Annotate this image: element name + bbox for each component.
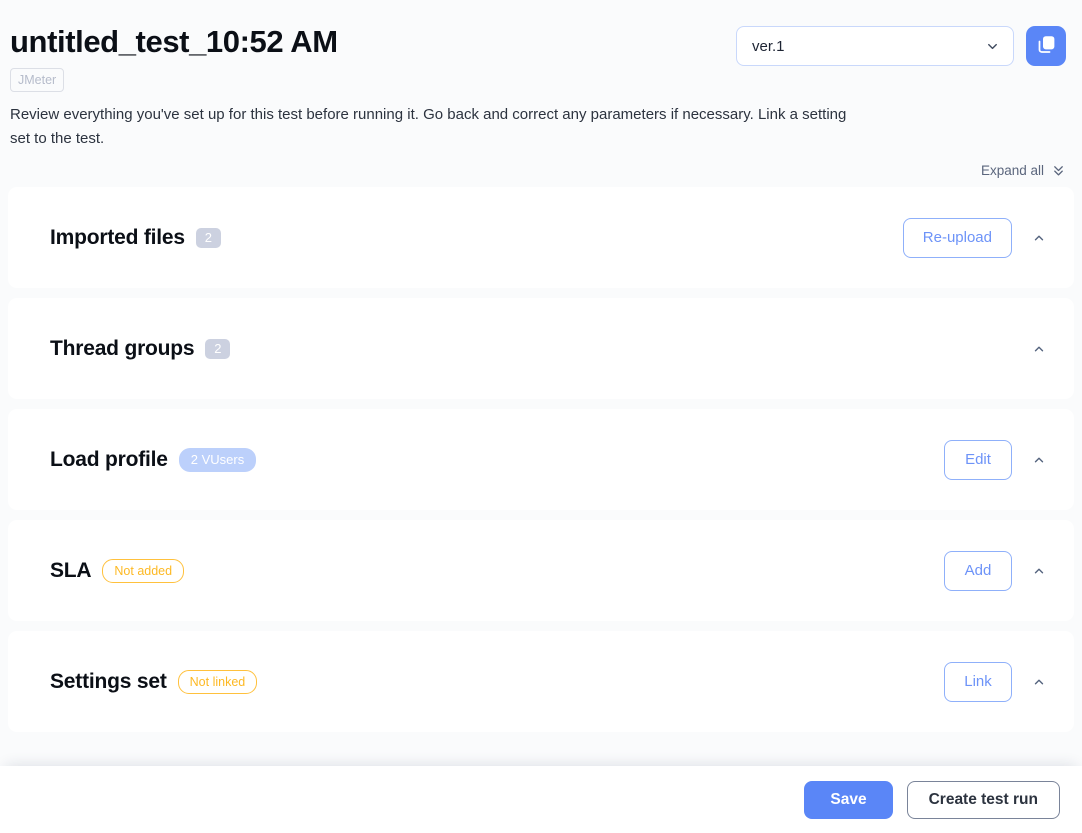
section-title: Settings set — [50, 669, 167, 693]
engine-tag: JMeter — [10, 68, 65, 92]
edit-button[interactable]: Edit — [944, 439, 1012, 480]
section-title: Imported files — [50, 225, 185, 249]
title-block: untitled_test_10:52 AM JMeter — [10, 20, 338, 92]
add-button[interactable]: Add — [944, 550, 1012, 591]
chevron-up-icon[interactable] — [1026, 669, 1052, 695]
link-button[interactable]: Link — [944, 661, 1012, 702]
chevron-down-icon — [985, 39, 1000, 54]
section-header-right: Add — [944, 550, 1052, 591]
duplicate-test-button[interactable] — [1026, 26, 1066, 66]
section-title: Thread groups — [50, 336, 195, 360]
header-top-row: untitled_test_10:52 AM JMeter ver.1 — [10, 20, 1074, 92]
section-header-left: Settings set Not linked — [50, 669, 258, 694]
status-badge: 2 — [205, 338, 231, 359]
copy-icon — [1036, 34, 1057, 58]
chevron-up-icon[interactable] — [1026, 447, 1052, 473]
status-badge: 2 VUsers — [178, 447, 257, 472]
double-chevron-down-icon — [1051, 163, 1066, 178]
status-badge: 2 — [195, 227, 221, 248]
status-badge: Not linked — [177, 669, 258, 694]
status-badge: Not added — [102, 558, 185, 583]
header-actions: ver.1 — [736, 20, 1074, 66]
section-header-left: Load profile 2 VUsers — [50, 447, 257, 472]
footer-action-bar: Save Create test run — [0, 766, 1082, 833]
section-header-right: Link — [944, 661, 1052, 702]
version-select-value: ver.1 — [752, 37, 785, 55]
expand-all-label: Expand all — [980, 163, 1044, 178]
section-title: Load profile — [50, 447, 168, 471]
chevron-up-icon[interactable] — [1026, 225, 1052, 251]
re-upload-button[interactable]: Re-upload — [902, 217, 1012, 258]
save-button[interactable]: Save — [804, 780, 893, 819]
version-select[interactable]: ver.1 — [736, 26, 1014, 66]
section-card-thread-groups[interactable]: Thread groups 2 — [8, 298, 1074, 399]
chevron-up-icon[interactable] — [1026, 558, 1052, 584]
section-header-left: SLA Not added — [50, 558, 185, 583]
test-review-page: untitled_test_10:52 AM JMeter ver.1 Revi… — [0, 0, 1082, 833]
section-header-right: Re-upload — [902, 217, 1052, 258]
section-card-sla[interactable]: SLA Not added Add — [8, 520, 1074, 621]
section-card-load-profile[interactable]: Load profile 2 VUsers Edit — [8, 409, 1074, 510]
engine-tag-row: JMeter — [10, 68, 338, 92]
section-header-left: Imported files 2 — [50, 226, 221, 250]
section-title: SLA — [50, 558, 92, 582]
sections-list: Imported files 2 Re-upload Thread groups… — [0, 187, 1082, 766]
page-description: Review everything you've set up for this… — [10, 106, 847, 147]
section-card-imported-files[interactable]: Imported files 2 Re-upload — [8, 187, 1074, 288]
page-title: untitled_test_10:52 AM — [10, 24, 338, 59]
chevron-up-icon[interactable] — [1026, 336, 1052, 362]
section-header-right: Edit — [944, 439, 1052, 480]
page-header: untitled_test_10:52 AM JMeter ver.1 Revi… — [0, 0, 1082, 151]
section-header-right — [1026, 336, 1052, 362]
section-card-settings-set[interactable]: Settings set Not linked Link — [8, 631, 1074, 732]
section-header-left: Thread groups 2 — [50, 336, 231, 361]
expand-all-control[interactable]: Expand all — [0, 151, 1082, 187]
create-test-run-button[interactable]: Create test run — [906, 780, 1060, 819]
